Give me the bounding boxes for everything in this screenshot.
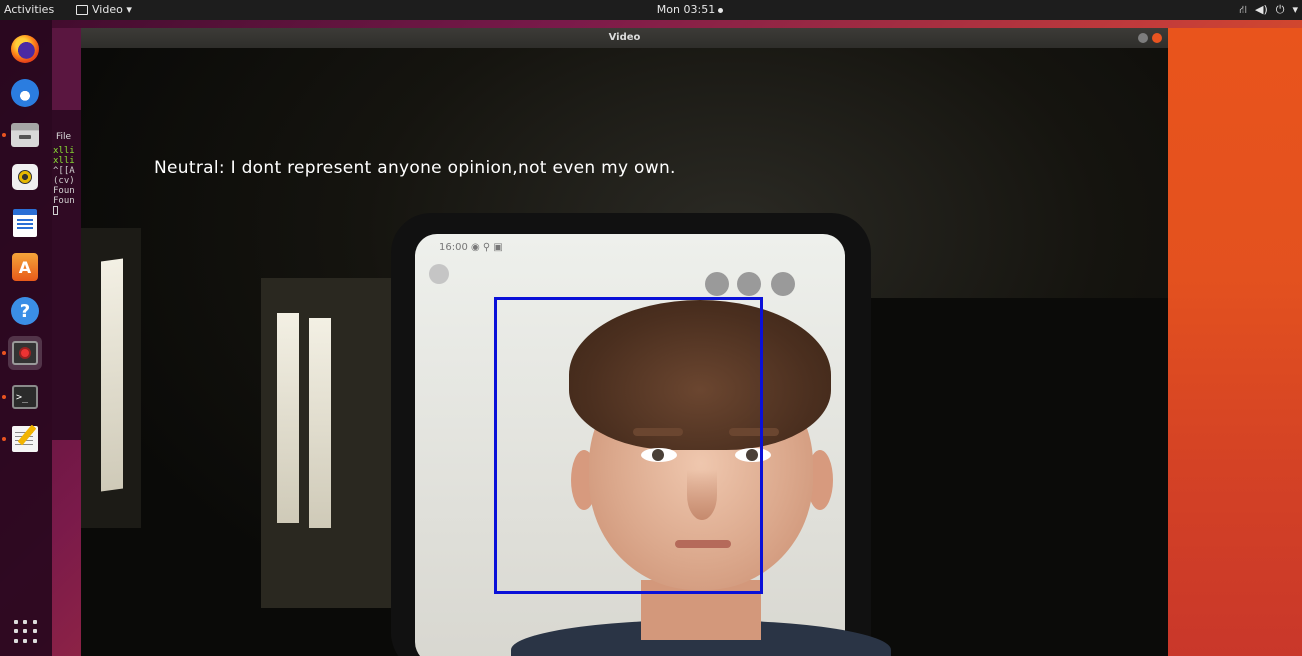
dock-text-editor[interactable] [2,422,42,456]
firefox-icon [11,35,39,63]
video-app-icon [12,341,38,365]
video-window[interactable]: Video 16:00 ◉ ⚲ ▣ Neutral: I dont repres… [81,28,1168,656]
text-editor-icon [12,426,38,452]
power-icon: ⏻ [1275,3,1285,16]
emotion-caption: Neutral: I dont represent anyone opinion… [154,158,676,178]
top-bar: Activities Video ▾ Mon 03:51 ⛙ ◀) ⏻ ▾ [0,0,1302,20]
help-icon: ? [11,297,39,325]
dock-terminal[interactable]: >_ [2,380,42,414]
minimize-button[interactable] [1138,33,1148,43]
face-detection-box [494,297,763,594]
system-tray[interactable]: ⛙ ◀) ⏻ ▾ [1239,0,1298,20]
running-indicator [2,437,6,441]
window-title: Video [608,32,641,43]
phone-close-icon [429,264,449,284]
running-indicator [2,395,6,399]
tray-caret: ▾ [1292,3,1298,16]
dock-video-app[interactable] [2,336,42,370]
running-indicator [2,133,6,137]
clock[interactable]: Mon 03:51 [0,0,1302,20]
video-frame: 16:00 ◉ ⚲ ▣ Neutral: I dont represent an… [81,48,1168,656]
room-window-light [101,258,123,492]
room-window-pane [309,318,331,528]
room-shadow [861,298,1168,656]
rhythmbox-icon [12,164,38,190]
files-icon [11,123,39,147]
volume-icon: ◀) [1255,3,1268,16]
phone-share-icon [705,272,729,296]
close-button[interactable] [1152,33,1162,43]
dock-rhythmbox[interactable] [8,160,42,194]
terminal-file-menu[interactable]: File [56,132,71,142]
terminal-icon: >_ [12,385,38,409]
window-titlebar[interactable]: Video [81,28,1168,48]
dock: A ? >_ [0,20,52,656]
wallpaper-right-region [1168,28,1302,656]
clock-label: Mon 03:51 [656,3,716,16]
dock-thunderbird[interactable] [8,76,42,110]
room-window-pane [277,313,299,523]
thunderbird-icon [11,79,39,107]
dock-firefox[interactable] [8,32,42,66]
running-indicator [2,351,6,355]
notification-dot [718,7,724,13]
network-icon: ⛙ [1239,3,1247,16]
phone-share-icon [737,272,761,296]
phone-save-icon [771,272,795,296]
dock-files[interactable] [2,118,42,152]
dock-writer[interactable] [8,206,42,240]
background-terminal[interactable]: File xlli xlli ^[[A (cv) Foun Foun [52,28,82,440]
show-applications-icon[interactable] [14,620,38,644]
writer-icon [13,209,37,237]
terminal-header [52,28,82,110]
terminal-output: xlli xlli ^[[A (cv) Foun Foun [53,146,75,218]
dock-help[interactable]: ? [8,294,42,328]
terminal-cursor [53,206,58,215]
dock-software[interactable]: A [8,250,42,284]
phone-status-bar: 16:00 ◉ ⚲ ▣ [439,242,503,253]
window-controls [1138,33,1162,43]
software-icon: A [12,253,38,281]
